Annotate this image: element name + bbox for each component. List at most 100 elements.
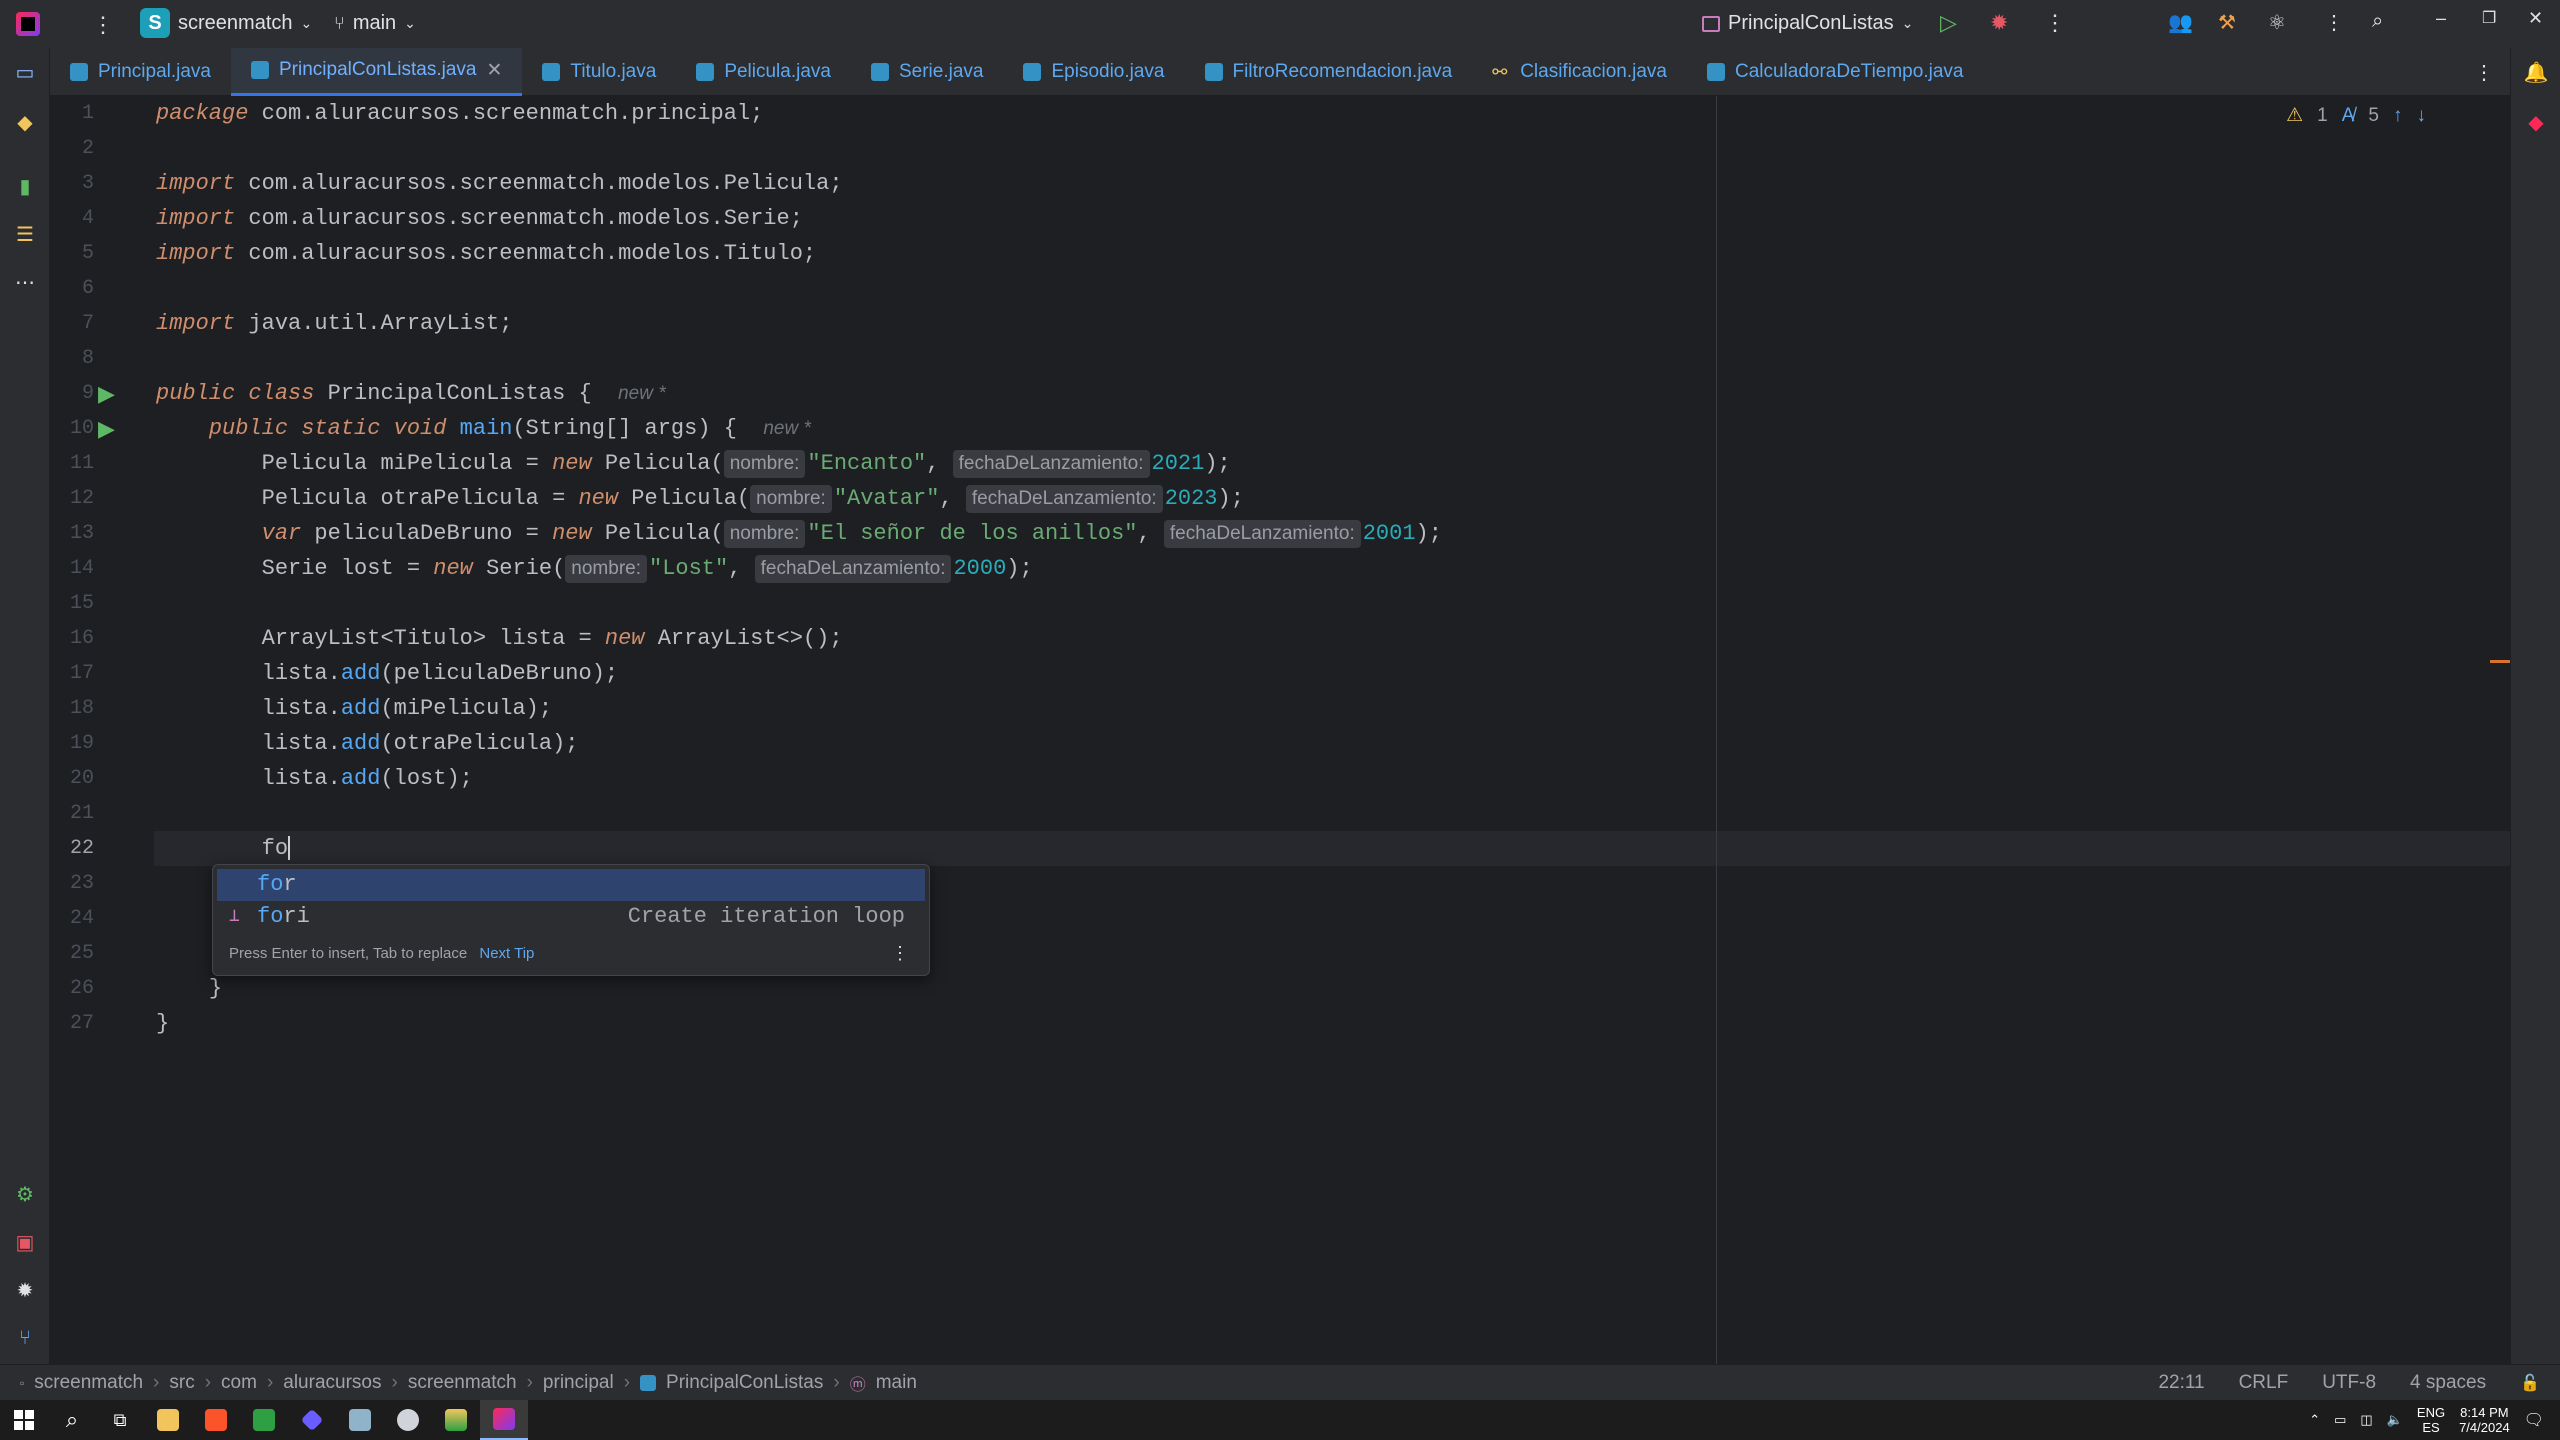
code-text: ArrayList<Titulo> lista = <box>261 626 605 651</box>
run-icon[interactable]: ▷ <box>1940 10 1957 36</box>
project-widget[interactable]: S screenmatch ⌄ <box>140 8 312 38</box>
tab-principal[interactable]: Principal.java <box>50 48 231 96</box>
keyword: import <box>156 241 236 266</box>
run-class-icon[interactable]: ▶ <box>98 376 115 411</box>
tab-principal-con-listas[interactable]: PrincipalConListas.java ✕ <box>231 47 523 96</box>
code-line: Pelicula miPelicula = new Pelicula(nombr… <box>156 446 1231 481</box>
right-tool-strip: 🔔 ◆ <box>2510 48 2560 1364</box>
notifications-icon[interactable]: 🔔 <box>2524 60 2549 84</box>
tab-titulo[interactable]: Titulo.java <box>522 48 676 96</box>
breadcrumb-item[interactable]: aluracursos <box>283 1372 381 1394</box>
breadcrumb-item[interactable]: src <box>169 1372 194 1394</box>
settings-menu-icon[interactable]: ⋮ <box>2324 10 2344 35</box>
shield-app-icon[interactable] <box>384 1400 432 1440</box>
brave-browser-icon[interactable] <box>192 1400 240 1440</box>
tab-options-icon[interactable]: ⋮ <box>2474 60 2494 85</box>
task-view-icon[interactable]: ⧉ <box>96 1400 144 1440</box>
completion-item-for[interactable]: for <box>217 869 925 901</box>
keyword: import <box>156 171 236 196</box>
breadcrumb-item[interactable]: com <box>221 1372 257 1394</box>
code-with-me-icon[interactable]: 👥 <box>2168 10 2193 35</box>
code-line: lista.add(lost); <box>156 761 473 796</box>
code-line: import java.util.ArrayList; <box>156 306 512 341</box>
caret-position[interactable]: 22:11 <box>2158 1372 2204 1394</box>
left-tool-strip: ▭ ◆ ▮ ☰ ⋯ ⚙ ▣ ✹ ⑂ <box>0 48 50 1364</box>
completion-options-icon[interactable]: ⋮ <box>891 943 909 964</box>
notes-app-icon[interactable] <box>336 1400 384 1440</box>
breadcrumb-item[interactable]: PrincipalConListas <box>666 1372 823 1394</box>
ai-assistant-icon[interactable]: ⚛ <box>2268 10 2286 35</box>
breadcrumb-item[interactable]: principal <box>543 1372 614 1394</box>
language-indicator[interactable]: ENG ES <box>2417 1405 2445 1435</box>
ai-chat-icon[interactable]: ◆ <box>2524 110 2548 134</box>
main-menu-icon[interactable]: ⋮ <box>92 12 114 38</box>
completion-item-fori[interactable]: ⊥ fori Create iteration loop <box>217 901 925 933</box>
build-tools-icon[interactable]: ⚒ <box>2218 10 2236 35</box>
sheets-app-icon[interactable] <box>240 1400 288 1440</box>
breadcrumb-item[interactable]: screenmatch <box>34 1372 143 1394</box>
java-class-icon <box>542 62 561 81</box>
chevron-up-icon[interactable]: ⌃ <box>2309 1412 2320 1428</box>
run-config-icon <box>1702 15 1720 32</box>
branch-widget[interactable]: ⑂ main ⌄ <box>334 12 416 35</box>
search-icon[interactable]: ⌕ <box>2372 10 2383 33</box>
code-line: import com.aluracursos.screenmatch.model… <box>156 166 843 201</box>
code-text: , <box>926 451 953 476</box>
indent-setting[interactable]: 4 spaces <box>2410 1372 2486 1394</box>
code-line: Serie lost = new Serie(nombre: "Lost", fe… <box>156 551 1033 586</box>
search-icon[interactable]: ⌕ <box>48 1400 96 1440</box>
author-hint[interactable]: new * <box>763 418 811 439</box>
close-icon[interactable]: ✕ <box>2528 8 2543 29</box>
run-main-icon[interactable]: ▶ <box>98 411 115 446</box>
services-tool-icon[interactable]: ⚙ <box>13 1182 37 1206</box>
code-area[interactable]: package com.aluracursos.screenmatch.prin… <box>156 96 2510 1364</box>
chevron-down-icon: ⌄ <box>300 14 313 31</box>
code-text: (peliculaDeBruno); <box>380 661 619 686</box>
clock[interactable]: 8:14 PM 7/4/2024 <box>2459 1405 2510 1435</box>
breadcrumb-item[interactable]: main <box>876 1372 917 1394</box>
breadcrumb-item[interactable]: screenmatch <box>408 1372 517 1394</box>
code-editor[interactable]: ⚠ 1 A̸ 5 ↑ ↓ 1 2 3 4 5 6 7 8 9 10 11 12 13… <box>50 96 2510 1364</box>
file-explorer-icon[interactable] <box>144 1400 192 1440</box>
git-tool-icon[interactable]: ⑂ <box>13 1326 37 1350</box>
restore-icon[interactable]: ❐ <box>2482 8 2496 28</box>
code-completion-popup[interactable]: for ⊥ fori Create iteration loop Press E… <box>212 864 930 976</box>
intellij-taskbar-icon[interactable] <box>480 1400 528 1440</box>
parameter-hint: fechaDeLanzamiento: <box>952 450 1150 478</box>
minimize-icon[interactable]: – <box>2436 8 2446 29</box>
project-tool-icon[interactable]: ▭ <box>13 60 37 84</box>
volume-icon[interactable]: 🔈 <box>2387 1412 2403 1428</box>
run-config-widget[interactable]: PrincipalConListas ⌄ <box>1702 12 1913 35</box>
file-encoding[interactable]: UTF-8 <box>2322 1372 2376 1394</box>
structure-tool-icon[interactable]: ☰ <box>13 222 37 246</box>
close-icon[interactable]: ✕ <box>487 59 503 82</box>
bookmarks-tool-icon[interactable]: ▮ <box>13 174 37 198</box>
tab-label: CalculadoraDeTiempo.java <box>1734 60 1964 82</box>
next-tip-link[interactable]: Next Tip <box>479 945 534 962</box>
network-icon[interactable]: ▭ <box>2334 1412 2346 1428</box>
tab-calculadora-de-tiempo[interactable]: CalculadoraDeTiempo.java <box>1687 48 1983 96</box>
line-separator[interactable]: CRLF <box>2239 1372 2289 1394</box>
layers-app-icon[interactable] <box>432 1400 480 1440</box>
start-icon[interactable] <box>0 1400 48 1440</box>
method-icon: ⓜ <box>849 1376 866 1394</box>
intellij-logo-icon[interactable] <box>16 12 40 36</box>
more-actions-icon[interactable]: ⋮ <box>2044 10 2066 36</box>
tab-pelicula[interactable]: Pelicula.java <box>676 48 851 96</box>
tab-clasificacion[interactable]: ⚯ Clasificacion.java <box>1472 48 1687 96</box>
notification-center-icon[interactable]: 🗨 <box>2524 1410 2544 1430</box>
keyword: package <box>156 101 249 126</box>
problems-tool-icon[interactable]: ✹ <box>13 1278 37 1302</box>
debug-icon[interactable]: ✹ <box>1990 10 2008 36</box>
lock-icon[interactable]: 🔓 <box>2520 1373 2540 1393</box>
tab-filtro-recomendacion[interactable]: FiltroRecomendacion.java <box>1185 48 1473 96</box>
more-tools-icon[interactable]: ⋯ <box>13 270 37 294</box>
display-icon[interactable]: ◫ <box>2360 1412 2372 1428</box>
author-hint[interactable]: new * <box>618 383 666 404</box>
java-class-icon <box>70 62 88 81</box>
media-app-icon[interactable] <box>288 1400 336 1440</box>
tab-serie[interactable]: Serie.java <box>851 48 1004 96</box>
terminal-tool-icon[interactable]: ▣ <box>13 1230 37 1254</box>
tab-episodio[interactable]: Episodio.java <box>1003 48 1184 96</box>
commit-tool-icon[interactable]: ◆ <box>13 110 37 134</box>
